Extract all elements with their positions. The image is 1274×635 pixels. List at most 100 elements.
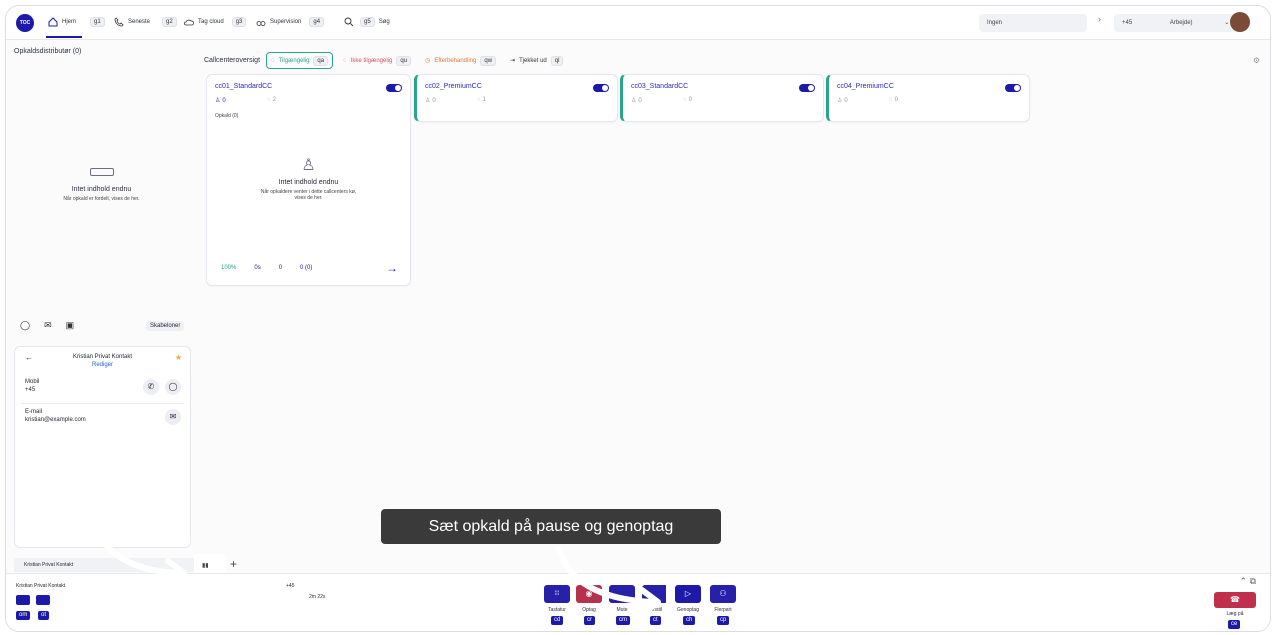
phone-icon (114, 17, 124, 27)
chat-icon[interactable]: ◯ (20, 320, 30, 331)
thumbs-up-stat: 100% (221, 265, 237, 271)
distributor-title: Opkaldsdistributør (0) (14, 48, 82, 55)
tutorial-tooltip: Sæt opkald på pause og genoptag (381, 509, 721, 544)
edit-contact-link[interactable]: Rediger (15, 362, 190, 368)
chat-icon: ◯ (168, 382, 178, 391)
pause-icon[interactable]: ▮▮ (202, 562, 209, 569)
sms-button[interactable]: ◯ (165, 379, 181, 395)
email-label: E-mail (25, 409, 43, 415)
card-title: cc03_StandardCC (631, 83, 689, 90)
headset-icon: ◌ (267, 97, 271, 103)
person-icon: ♙ (631, 98, 637, 104)
play-icon: ▷ (684, 589, 692, 598)
call-button[interactable]: ✆ (143, 379, 159, 395)
tutorial-arrow-left (88, 513, 187, 588)
card-empty-state: ♙ Intet indhold endnu Når opkaldere vent… (207, 155, 410, 201)
chat-icon[interactable] (36, 595, 50, 605)
nav-supervision[interactable]: Supervision g4 (256, 17, 325, 27)
distributor-empty-state: Intet indhold endnu Når opkald er fordel… (14, 168, 189, 202)
conference-button[interactable]: ⚇ (710, 585, 736, 603)
filter-unavailable[interactable]: ◌ Ikke tilgængelig qu (339, 53, 415, 68)
nav-home[interactable]: Hjem g1 (48, 17, 105, 27)
time-stat: 0s (254, 265, 261, 271)
card-stats: 100% 0s 0 0 (0) (221, 265, 312, 271)
contact-toolbar: ◯ ✉ ▣ (20, 320, 74, 331)
callcenter-card-cc04: cc04_PremiumCC ♙ 0 ◌ 0 (826, 74, 1030, 122)
call-distributor-panel: Opkaldsdistributør (0) Intet indhold end… (14, 48, 189, 318)
empty-description: Når opkald er fordelt, vises de her. (63, 196, 140, 202)
queue-count: ◌ 2 (267, 97, 276, 103)
nav-search[interactable]: g5 Søg (344, 17, 390, 27)
cloud-icon (184, 19, 194, 26)
call-contact-name: Kristian Privat Kontakt (16, 583, 66, 589)
headset-icon: ◌ (889, 97, 893, 103)
person-icon: ♙ (215, 98, 221, 104)
tutorial-arrow-right (556, 546, 661, 614)
callcenter-toggle[interactable] (799, 84, 815, 92)
headset-icon: ◌ (271, 57, 275, 64)
filter-available[interactable]: ◌ Tilgængelig qa (266, 52, 334, 69)
top-bar: TOC Hjem g1 Seneste g2 Tag cloud g3 Supe… (6, 6, 1270, 40)
app-logo: TOC (16, 14, 34, 32)
callcenter-toggle[interactable] (593, 84, 609, 92)
filter-wrapup[interactable]: ◷ Efterbehandling qw (421, 53, 500, 68)
person-icon: ♙ (837, 98, 843, 104)
missed-stat: 0 (0) (300, 265, 313, 271)
templates-button[interactable]: Skabeloner (146, 321, 185, 331)
resume-button[interactable]: ▷ (675, 585, 701, 603)
calendar-icon[interactable] (16, 595, 30, 605)
callcenter-card-cc02: cc02_PremiumCC ♙ 0 ◌ 1 (414, 74, 618, 122)
home-icon (48, 17, 58, 27)
email-button[interactable]: ✉ (165, 409, 181, 425)
mobile-label: Mobil (25, 379, 40, 385)
person-icon: ♙ (301, 157, 316, 174)
callcenter-card-cc01: cc01_StandardCC ♙ 0 ◌ 2 Opkald (0) ♙ Intet… (206, 74, 411, 286)
calls-label: Opkald (0) (215, 113, 239, 119)
callcenter-toggle[interactable] (386, 84, 402, 92)
phonebook-icon[interactable]: ▣ (66, 320, 75, 331)
search-icon (344, 17, 354, 27)
add-tab-icon[interactable]: + (230, 557, 237, 571)
status-select[interactable]: Ingen (979, 14, 1087, 32)
mail-icon[interactable]: ✉ (44, 320, 52, 331)
person-icon: ♙ (425, 98, 431, 104)
queue-count: ◌ 1 (477, 97, 486, 103)
card-title: cc04_PremiumCC (837, 83, 894, 90)
callcenter-overview-label: Callcenteroversigt (204, 57, 261, 64)
expand-icon[interactable]: ⌃ ⧉ (1240, 576, 1256, 587)
star-icon[interactable]: ★ (175, 353, 182, 362)
mail-icon: ✉ (169, 412, 177, 421)
nav-active-indicator (46, 36, 82, 38)
chevron-right-icon[interactable]: › (1098, 14, 1101, 24)
caller-id-select[interactable]: +45 Arbejde) ⌄ (1114, 14, 1240, 32)
logout-icon: ⇥ (510, 58, 516, 64)
callcenter-card-cc03: cc03_StandardCC ♙ 0 ◌ 0 (620, 74, 824, 122)
divider (21, 403, 184, 404)
headset-icon: ◌ (683, 97, 687, 103)
empty-tray-icon (89, 168, 114, 176)
agents-count: ♙ 0 (837, 97, 848, 105)
contact-name: Kristian Privat Kontakt (72, 354, 133, 360)
arrow-right-icon[interactable]: → (386, 261, 398, 275)
avatar[interactable] (1230, 12, 1250, 32)
filter-checked-out[interactable]: ⇥ Tjekket ud ql (506, 53, 567, 68)
callcenter-toggle[interactable] (1005, 84, 1021, 92)
hangup-button[interactable]: ☎ (1214, 592, 1256, 608)
group-icon: ⚇ (719, 589, 727, 598)
agents-count: ♙ 0 (631, 97, 642, 105)
mobile-value: +45 (25, 387, 36, 393)
agents-count: ♙ 0 (215, 97, 226, 105)
nav-recent[interactable]: Seneste g2 (114, 17, 177, 27)
settings-icon[interactable]: ⚙ (1253, 56, 1260, 65)
queue-count: ◌ 0 (683, 97, 692, 103)
queue-count: ◌ 0 (889, 97, 898, 103)
incoming-stat: 0 (278, 265, 283, 271)
hangup-icon: ☎ (1230, 595, 1240, 604)
phone-icon: ✆ (147, 382, 155, 391)
agents-count: ♙ 0 (425, 97, 436, 105)
card-title: cc01_StandardCC (215, 83, 273, 90)
nav-tag-cloud[interactable]: Tag cloud g3 (184, 17, 247, 27)
clock-icon: ◷ (425, 58, 431, 64)
callcenter-overview-header: Callcenteroversigt ◌ Tilgængelig qa ◌ Ik… (204, 52, 567, 69)
call-number: +45 (286, 583, 295, 589)
